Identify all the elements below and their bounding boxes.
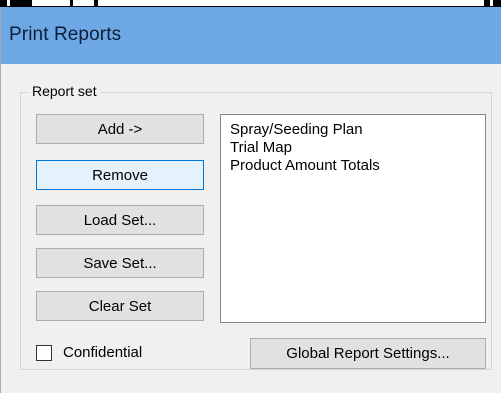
list-item[interactable]: Spray/Seeding Plan xyxy=(230,121,363,139)
remove-button[interactable]: Remove xyxy=(36,160,204,190)
confidential-label[interactable]: Confidential xyxy=(63,344,142,362)
window-title: Print Reports xyxy=(9,24,122,45)
remove-button-label: Remove xyxy=(92,166,148,184)
list-item[interactable]: Trial Map xyxy=(230,139,292,157)
global-report-settings-label: Global Report Settings... xyxy=(286,345,450,362)
list-item[interactable]: Product Amount Totals xyxy=(230,157,380,175)
top-edge-strip xyxy=(0,0,501,7)
save-set-button[interactable]: Save Set... xyxy=(36,248,204,278)
add-button-label: Add -> xyxy=(97,120,143,138)
report-set-legend: Report set xyxy=(28,82,101,100)
save-set-button-label: Save Set... xyxy=(83,254,157,272)
clear-set-button[interactable]: Clear Set xyxy=(36,291,204,321)
report-list[interactable]: Spray/Seeding Plan Trial Map Product Amo… xyxy=(220,114,486,323)
confidential-checkbox[interactable] xyxy=(36,345,52,361)
clear-set-button-label: Clear Set xyxy=(88,297,152,315)
add-button[interactable]: Add -> xyxy=(36,114,204,144)
title-bar[interactable]: Print Reports xyxy=(1,7,501,64)
load-set-button[interactable]: Load Set... xyxy=(36,205,204,235)
global-report-settings-button[interactable]: Global Report Settings... xyxy=(250,338,486,369)
load-set-button-label: Load Set... xyxy=(83,211,157,229)
